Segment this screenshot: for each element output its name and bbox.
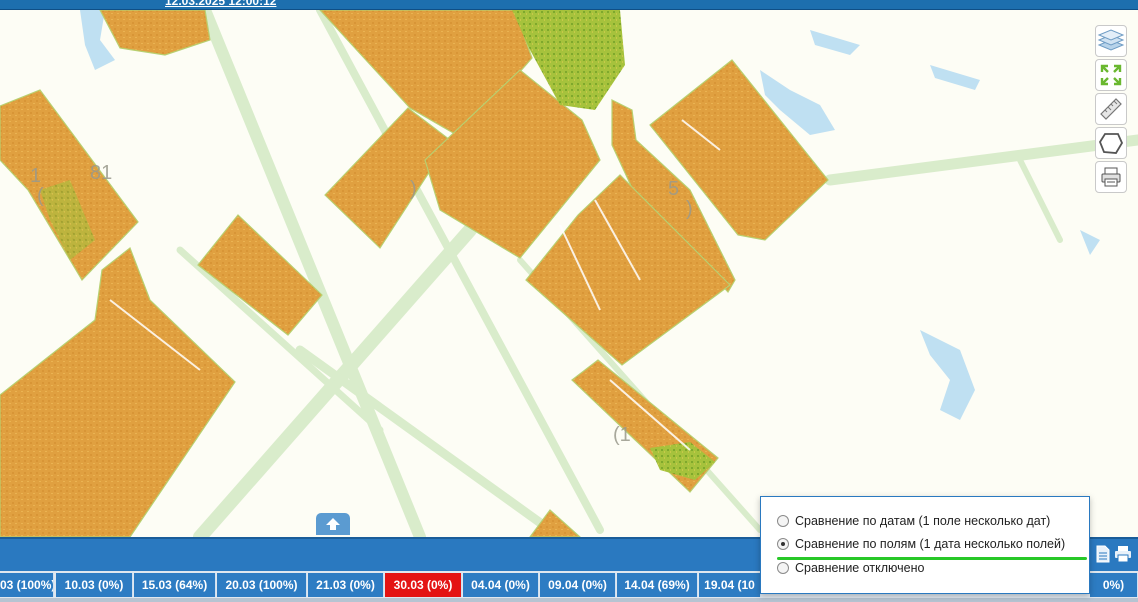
timeline-scrollbar[interactable] (0, 598, 1138, 602)
map-view[interactable]: 1 81 ( ) 5 ) (1 (0, 10, 1138, 537)
field-label: 81 (90, 162, 113, 184)
field-label: ( (37, 185, 44, 207)
date-tab[interactable]: 04.04 (0%) (463, 573, 539, 597)
date-tab[interactable]: 14.04 (69%) (617, 573, 698, 597)
compare-by-fields-option[interactable]: Сравнение по полям (1 дата несколько пол… (777, 535, 1065, 553)
header-text: 12.03.2025 12:00:12 (165, 0, 277, 8)
print-icon[interactable] (1114, 545, 1132, 568)
comparison-mode-popup: Сравнение по датам (1 поле несколько дат… (760, 496, 1090, 594)
field-label: (1 (613, 424, 631, 446)
date-tab-selected[interactable]: 30.03 (0%) (385, 573, 462, 597)
compare-off-option[interactable]: Сравнение отключено (777, 559, 924, 577)
bottom-bar-icons (1096, 545, 1132, 568)
compare-by-dates-label: Сравнение по датам (1 поле несколько дат… (795, 514, 1051, 528)
fullscreen-icon[interactable] (1095, 59, 1127, 91)
date-tab[interactable]: 0%) (1090, 573, 1138, 597)
date-tab[interactable]: 09.04 (0%) (540, 573, 616, 597)
date-tab[interactable]: 19.04 (10 (699, 573, 761, 597)
ruler-icon[interactable] (1095, 93, 1127, 125)
map-canvas[interactable] (0, 10, 1138, 537)
date-tab[interactable]: 03 (100%) (0, 573, 54, 597)
layers-icon[interactable] (1095, 25, 1127, 57)
compare-off-label: Сравнение отключено (795, 561, 925, 575)
field-label: 5 (668, 178, 680, 200)
top-bar: 12.03.2025 12:00:12 (0, 0, 1138, 10)
home-arrow-icon (326, 518, 340, 530)
map-toolbar (1095, 25, 1129, 195)
compare-by-fields-label: Сравнение по полям (1 дата несколько пол… (795, 537, 1066, 551)
date-tab[interactable]: 15.03 (64%) (134, 573, 216, 597)
print-settings-icon[interactable] (1095, 161, 1127, 193)
polygon-icon[interactable] (1095, 127, 1127, 159)
field-label: ) (410, 178, 417, 200)
field-label: ) (686, 198, 693, 220)
date-tab[interactable]: 20.03 (100%) (217, 573, 307, 597)
compare-by-dates-radio[interactable] (777, 515, 789, 527)
date-tab[interactable]: 21.03 (0%) (308, 573, 384, 597)
date-tab[interactable]: 10.03 (0%) (56, 573, 133, 597)
compare-off-radio[interactable] (777, 562, 789, 574)
compare-by-fields-radio[interactable] (777, 538, 789, 550)
document-icon[interactable] (1096, 545, 1110, 568)
compare-by-dates-option[interactable]: Сравнение по датам (1 поле несколько дат… (777, 512, 1050, 530)
expand-panel-button[interactable] (316, 513, 350, 535)
